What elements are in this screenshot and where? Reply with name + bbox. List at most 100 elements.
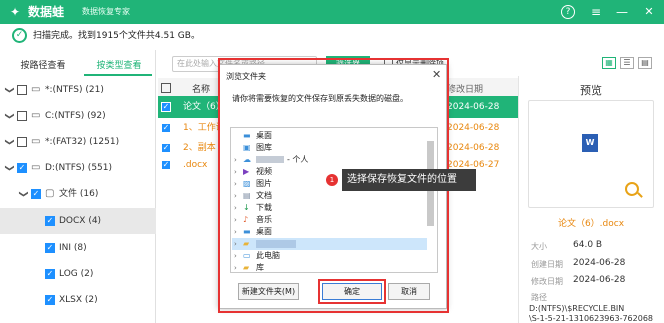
expand-caret-icon[interactable]: › [234,214,237,226]
tab-by-type[interactable]: 按类型查看 [90,58,148,74]
tree-checkbox[interactable]: ✓ [45,269,55,279]
step-number-badge: 1 [326,174,338,186]
folder-name: - 个人 [287,155,309,164]
expand-caret-icon[interactable]: › [234,166,237,178]
detail-view-icon[interactable]: ▤ [638,57,652,69]
list-view-icon[interactable]: ☰ [620,57,634,69]
folder-tree-label: 图片 [256,178,272,190]
folder-tree-label: 视频 [256,166,272,178]
tree-item[interactable]: ❯ ✓ ▢ 文件 (16) [0,181,156,207]
folder-tree-item[interactable]: › ♪ 音乐 [232,214,427,226]
tree-checkbox[interactable]: ✓ [31,189,41,199]
folder-name: 图库 [256,143,272,152]
app-subtitle: 数据恢复专家 [82,7,130,16]
word-document-icon: W [582,134,598,152]
library-icon: ▰ [243,263,250,272]
preview-title: 预览 [580,84,602,97]
drive-icon: ▭ [31,162,41,173]
tree-checkbox[interactable]: ✓ [45,295,55,305]
tree-checkbox[interactable]: ✓ [45,216,55,226]
dialog-message: 请你将需要恢复的文件保存到原丢失数据的磁盘。 [232,94,408,103]
folder-tree-item[interactable]: › ☁ - 个人 [232,154,427,166]
tree-item[interactable]: ✓ INI (8) [0,235,156,261]
tree-item[interactable]: ✓ DOCX (4) [0,208,156,234]
expand-caret-icon[interactable]: › [234,238,237,250]
expand-caret-icon[interactable]: › [234,250,237,262]
tree-checkbox[interactable]: ✓ [17,163,27,173]
tree-item-label: C:(NTFS) (92) [45,111,106,121]
expand-caret-icon[interactable]: › [234,190,237,202]
expand-caret-icon[interactable]: › [234,154,237,166]
dialog-close-icon[interactable]: ✕ [432,68,441,81]
folder-tree-label: 库 [256,262,264,274]
folder-tree-item[interactable]: › ▰ [232,238,427,250]
tree-item-label: 文件 (16) [59,189,99,199]
tab-by-path[interactable]: 按路径查看 [12,58,74,74]
tree-item[interactable]: ❯ ▭ *:(FAT32) (1251) [0,129,156,155]
redacted-name [256,156,284,163]
file-modified-date: 2024-06-28 [447,102,500,112]
folder-tree-label: 下载 [256,202,272,214]
document-icon: ▤ [243,191,251,200]
close-button[interactable]: ✕ [642,5,656,19]
tree-item[interactable]: ✓ LOG (2) [0,261,156,287]
row-checkbox[interactable]: ✓ [161,102,171,112]
tree-item[interactable]: ✓ XLSX (2) [0,287,156,313]
menu-button[interactable]: ≡ [589,5,603,19]
folder-tree-label: 桌面 [256,226,272,238]
new-folder-button[interactable]: 新建文件夹(M) [238,283,299,300]
folder-tree-label: 桌面 [256,130,272,142]
tree-checkbox[interactable] [17,85,27,95]
ok-highlight-frame [318,279,386,304]
tree-checkbox[interactable]: ✓ [45,243,55,253]
folder-name: 桌面 [256,227,272,236]
folder-tree-label: 此电脑 [256,250,280,262]
folder-tree-item[interactable]: ▣ 图库 [232,142,427,154]
tree-item[interactable]: ❯ ▭ C:(NTFS) (92) [0,103,156,129]
path-value-line2: \S-1-5-21-1310623963-762068 [529,314,654,323]
folder-tree-item[interactable]: › ↓ 下载 [232,202,427,214]
select-all-checkbox[interactable] [161,83,171,93]
row-checkbox[interactable]: ✓ [161,143,171,153]
folder-tree-item[interactable]: › ▤ 文档 [232,190,427,202]
check-circle-icon: ✓ [12,28,27,43]
tree-item[interactable]: ❯ ✓ ▭ D:(NTFS) (551) [0,155,156,181]
drive-icon: ▭ [31,110,41,121]
grid-view-icon[interactable]: ▦ [602,57,616,69]
drive-icon: ▭ [31,136,41,147]
folder-tree-label: 音乐 [256,214,272,226]
folder-name: 此电脑 [256,251,280,260]
preview-filename: 论文（6）.docx [557,219,625,229]
folder-name: 库 [256,263,264,272]
picture-icon: ▨ [243,179,251,188]
column-name[interactable]: 名称 [192,82,210,95]
expand-caret-icon[interactable]: › [234,226,237,238]
folder-tree-item[interactable]: › ▬ 桌面 [232,226,427,238]
minimize-button[interactable]: — [615,5,629,19]
row-checkbox[interactable]: ✓ [161,160,171,170]
size-value: 64.0 B [573,240,603,250]
expand-caret-icon[interactable]: › [234,262,237,274]
tree-checkbox[interactable] [17,111,27,121]
tree-checkbox[interactable] [17,137,27,147]
folder-tree-item[interactable]: › ▰ 库 [232,262,427,274]
tree-item-label: *:(NTFS) (21) [45,85,104,95]
dialog-title: 浏览文件夹 [226,72,266,81]
folder-tree-label [256,238,296,250]
cancel-button[interactable]: 取消 [388,283,430,300]
row-checkbox[interactable]: ✓ [161,123,171,133]
help-button[interactable]: ? [561,5,575,19]
redacted-name [256,239,296,248]
expand-caret-icon[interactable]: › [234,202,237,214]
path-label: 路径 [531,293,547,302]
folder-tree-label: 文档 [256,190,272,202]
active-tab-indicator [84,74,152,76]
tree-item[interactable]: ❯ ▭ *:(NTFS) (21) [0,77,156,103]
tree-item-label: INI (8) [59,243,87,253]
tree-item-label: *:(FAT32) (1251) [45,137,120,147]
folder-tree-item[interactable]: ▬ 桌面 [232,130,427,142]
folder-tree-item[interactable]: › ▭ 此电脑 [232,250,427,262]
column-modified-date[interactable]: 修改日期 [447,82,483,95]
drive-icon: ▭ [31,84,41,95]
expand-caret-icon[interactable]: › [234,178,237,190]
